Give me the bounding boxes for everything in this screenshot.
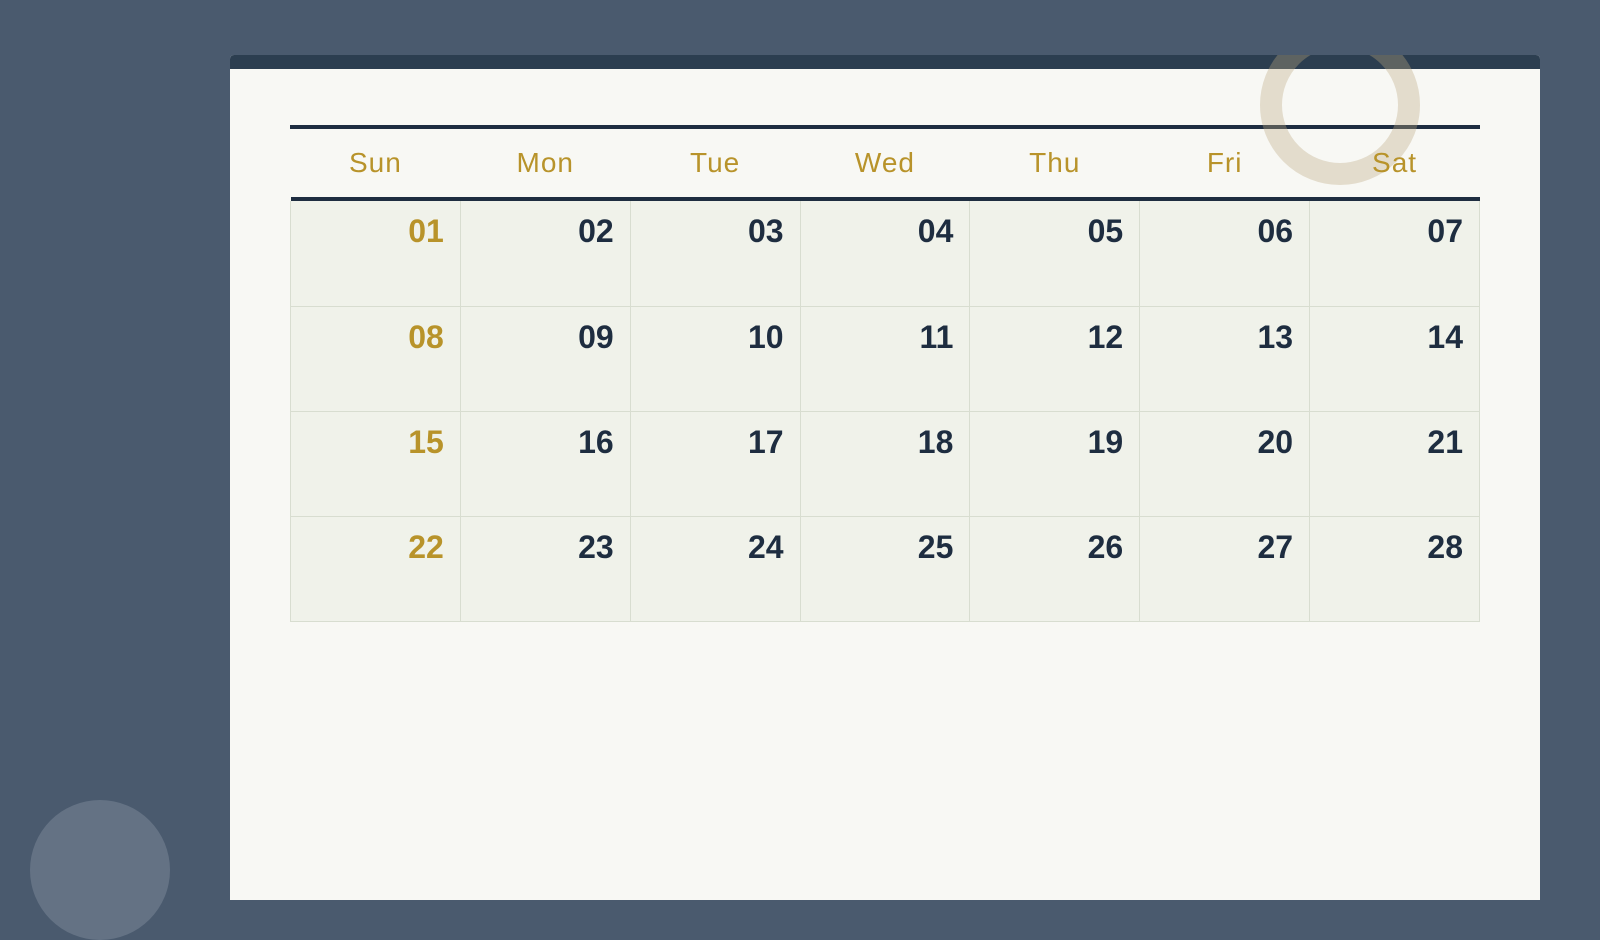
day-number: 11: [920, 319, 954, 356]
day-number: 16: [578, 424, 614, 461]
header-sat: Sat: [1310, 129, 1480, 197]
day-number: 09: [578, 319, 614, 356]
calendar-cell: 10: [630, 306, 800, 411]
day-number: 04: [918, 213, 954, 250]
header-fri: Fri: [1140, 129, 1310, 197]
calendar-panel: Sun Mon Tue Wed Thu Fri Sat 01 02 03 04 05 06…: [230, 55, 1540, 900]
calendar-cell: 03: [630, 201, 800, 306]
day-number: 23: [578, 529, 614, 566]
calendar-cell: 05: [970, 201, 1140, 306]
calendar-table-wrapper: Sun Mon Tue Wed Thu Fri Sat 01 02 03 04 05 06…: [290, 129, 1480, 622]
calendar-cell: 19: [970, 411, 1140, 516]
header-wed: Wed: [800, 129, 970, 197]
calendar-cell: 24: [630, 516, 800, 621]
calendar-cell: 11: [800, 306, 970, 411]
calendar-cell: 28: [1310, 516, 1480, 621]
calendar-cell: 07: [1310, 201, 1480, 306]
day-number: 15: [408, 424, 444, 461]
calendar-body: 01 02 03 04 05 06 07 08 09 10 11 12 13 14 15 16 17 18 19 20…: [291, 201, 1480, 621]
calendar-cell: 04: [800, 201, 970, 306]
header-tue: Tue: [630, 129, 800, 197]
day-headers-row: Sun Mon Tue Wed Thu Fri Sat: [291, 129, 1480, 197]
day-number: 13: [1257, 319, 1293, 356]
calendar-cell: 08: [291, 306, 461, 411]
calendar-cell: 02: [460, 201, 630, 306]
calendar-table: Sun Mon Tue Wed Thu Fri Sat 01 02 03 04 05 06…: [290, 129, 1480, 622]
day-number: 10: [748, 319, 784, 356]
calendar-cell: 22: [291, 516, 461, 621]
calendar-week-row: 15 16 17 18 19 20 21: [291, 411, 1480, 516]
calendar-week-row: 01 02 03 04 05 06 07: [291, 201, 1480, 306]
calendar-cell: 21: [1310, 411, 1480, 516]
sidebar-decorative-circle: [30, 800, 170, 940]
day-number: 01: [408, 213, 444, 250]
day-number: 19: [1088, 424, 1124, 461]
day-number: 05: [1088, 213, 1124, 250]
header-thu: Thu: [970, 129, 1140, 197]
calendar-cell: 09: [460, 306, 630, 411]
calendar-cell: 26: [970, 516, 1140, 621]
header-sun: Sun: [291, 129, 461, 197]
day-number: 14: [1427, 319, 1463, 356]
day-number: 25: [918, 529, 954, 566]
calendar-cell: 01: [291, 201, 461, 306]
calendar-cell: 12: [970, 306, 1140, 411]
calendar-cell: 27: [1140, 516, 1310, 621]
calendar-cell: 23: [460, 516, 630, 621]
day-number: 02: [578, 213, 614, 250]
calendar-cell: 06: [1140, 201, 1310, 306]
calendar-cell: 17: [630, 411, 800, 516]
day-number: 06: [1257, 213, 1293, 250]
day-number: 08: [408, 319, 444, 356]
day-number: 07: [1427, 213, 1463, 250]
day-number: 12: [1088, 319, 1124, 356]
calendar-week-row: 08 09 10 11 12 13 14: [291, 306, 1480, 411]
calendar-cell: 20: [1140, 411, 1310, 516]
sidebar: [0, 0, 230, 900]
day-number: 18: [918, 424, 954, 461]
calendar-week-row: 22 23 24 25 26 27 28: [291, 516, 1480, 621]
calendar-cell: 14: [1310, 306, 1480, 411]
header-mon: Mon: [460, 129, 630, 197]
calendar-cell: 18: [800, 411, 970, 516]
day-number: 21: [1427, 424, 1463, 461]
day-number: 22: [408, 529, 444, 566]
calendar-cell: 16: [460, 411, 630, 516]
day-number: 24: [748, 529, 784, 566]
calendar-cell: 13: [1140, 306, 1310, 411]
day-number: 26: [1088, 529, 1124, 566]
day-number: 28: [1427, 529, 1463, 566]
calendar-cell: 15: [291, 411, 461, 516]
day-number: 27: [1257, 529, 1293, 566]
day-number: 03: [748, 213, 784, 250]
calendar-cell: 25: [800, 516, 970, 621]
day-number: 20: [1257, 424, 1293, 461]
day-number: 17: [748, 424, 784, 461]
